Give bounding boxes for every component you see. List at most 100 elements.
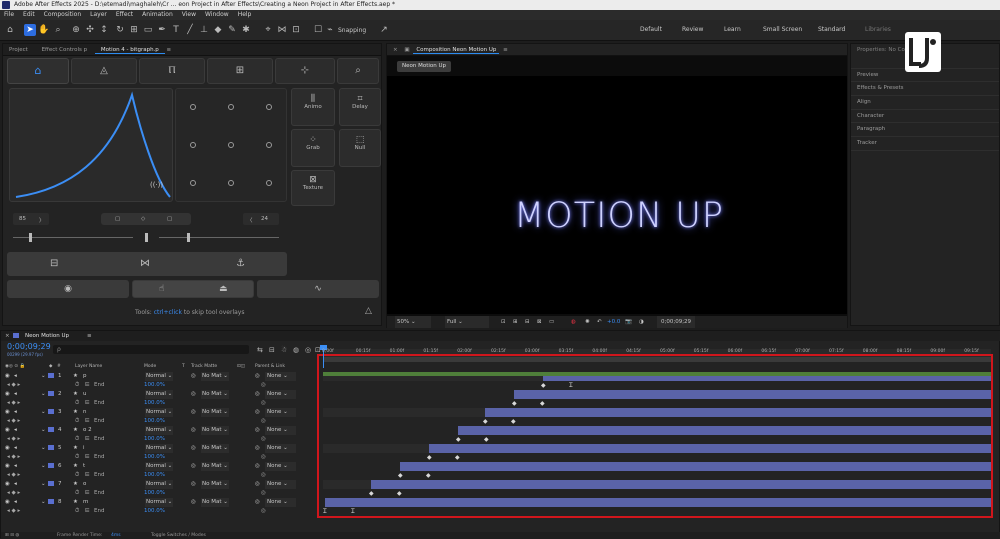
mode-select[interactable]: Normal ⌄ xyxy=(145,480,174,489)
anchor-top-left[interactable] xyxy=(190,104,196,110)
axis-local-icon[interactable]: ⌖ xyxy=(262,24,274,36)
audio-icon[interactable]: ◂ xyxy=(14,408,17,417)
property-value[interactable]: 100.0% xyxy=(144,471,165,480)
layer-name[interactable]: t xyxy=(83,462,85,471)
rotate-tool-icon[interactable]: ↻ xyxy=(114,24,126,36)
menu-effect[interactable]: Effect xyxy=(116,10,133,20)
matte-source-icon[interactable]: ◎ xyxy=(191,390,196,399)
motion-search-button[interactable]: ⌕ xyxy=(337,58,379,84)
mode-select[interactable]: Normal ⌄ xyxy=(145,444,174,453)
pointer-button[interactable]: ☝ ⏏ xyxy=(132,280,254,298)
matte-source-icon[interactable]: ◎ xyxy=(191,462,196,471)
audio-icon[interactable]: ◂ xyxy=(14,498,17,507)
motion-blur-icon[interactable]: ◎ xyxy=(305,346,311,354)
eye-icon[interactable]: ◉ xyxy=(5,372,10,381)
pickwhip-icon[interactable]: ◎ xyxy=(255,408,260,417)
keyframe-nav-icon[interactable]: ◂ ◆ ▸ xyxy=(7,417,20,426)
motion-move-button[interactable]: ⊹ xyxy=(275,58,335,84)
character-panel[interactable]: Character xyxy=(857,113,884,119)
anchor-bottom-left[interactable] xyxy=(190,180,196,186)
puppet-tool-icon[interactable]: ✱ xyxy=(240,24,252,36)
parent-select[interactable]: None ⌄ xyxy=(265,408,296,417)
wave-button[interactable]: ∿ xyxy=(257,280,379,298)
align-panel[interactable]: Align xyxy=(857,99,871,105)
property-row[interactable]: ◂ ◆ ▸ ⏱ ⋿ End 100.0% ◎ xyxy=(1,399,321,408)
workspace-default[interactable]: Default xyxy=(640,26,662,33)
table-row[interactable]: ◉ ◂ ⌄ 8 ★ m Normal ⌄ ◎ No Mat ⌄ ◎ None ⌄ xyxy=(1,498,321,507)
right-slider-track[interactable] xyxy=(159,237,279,238)
expression-pickwhip-icon[interactable]: ◎ xyxy=(261,381,266,390)
chevron-down-icon[interactable]: ⌄ xyxy=(41,444,46,453)
snapshot-icon[interactable]: 📷 xyxy=(625,316,632,328)
chevron-down-icon[interactable]: ⌄ xyxy=(41,372,46,381)
brush-tool-icon[interactable]: ╱ xyxy=(184,24,196,36)
track-matte-select[interactable]: No Mat ⌄ xyxy=(201,498,229,507)
stopwatch-icon[interactable]: ⏱ xyxy=(75,381,79,390)
pickwhip-icon[interactable]: ◎ xyxy=(255,444,260,453)
eye-icon[interactable]: ◉ xyxy=(5,390,10,399)
layer-search-input[interactable]: ρ xyxy=(53,345,249,354)
layer-name[interactable]: u xyxy=(83,390,87,399)
broadcast-icon[interactable]: ((·)) xyxy=(150,181,163,189)
grab-button[interactable]: ⁘ Grab xyxy=(291,129,335,167)
preview-panel[interactable]: Preview xyxy=(857,72,878,78)
workspace-review[interactable]: Review xyxy=(682,26,703,33)
eye-icon[interactable]: ◉ xyxy=(5,444,10,453)
timeline-close-icon[interactable]: × xyxy=(5,331,10,341)
layer-name[interactable]: n xyxy=(83,408,87,417)
menu-edit[interactable]: Edit xyxy=(23,10,35,20)
menu-file[interactable]: File xyxy=(4,10,14,20)
snapping-checkbox[interactable]: ☐ xyxy=(312,24,324,36)
chevron-down-icon[interactable]: ⌄ xyxy=(41,426,46,435)
axis-view-icon[interactable]: ⊡ xyxy=(290,24,302,36)
anchor-icon[interactable]: ⚓ xyxy=(236,258,245,269)
frame-icon[interactable]: ⊟ xyxy=(50,258,58,269)
keyframe-nav-icon[interactable]: ◂ ◆ ▸ xyxy=(7,399,20,408)
stopwatch-icon[interactable]: ⏱ xyxy=(75,399,79,408)
right-value-field[interactable]: 〈 24 xyxy=(243,213,279,225)
matte-source-icon[interactable]: ◎ xyxy=(191,498,196,507)
audio-icon[interactable]: ◂ xyxy=(14,426,17,435)
audio-icon[interactable]: ◂ xyxy=(14,444,17,453)
property-row[interactable]: ◂ ◆ ▸ ⏱ ⋿ End 100.0% ◎ xyxy=(1,381,321,390)
workspace-small-screen[interactable]: Small Screen xyxy=(763,26,802,33)
expression-pickwhip-icon[interactable]: ◎ xyxy=(261,399,266,408)
pickwhip-icon[interactable]: ◎ xyxy=(255,390,260,399)
layer-name[interactable]: o 2 xyxy=(83,426,92,435)
label-color[interactable] xyxy=(48,480,54,489)
mode-select[interactable]: Normal ⌄ xyxy=(145,462,174,471)
mode-select[interactable]: Normal ⌄ xyxy=(145,390,174,399)
table-row[interactable]: ◉ ◂ ⌄ 7 ★ o Normal ⌄ ◎ No Mat ⌄ ◎ None ⌄ xyxy=(1,480,321,489)
mask-icon[interactable]: ⊠ xyxy=(537,316,542,328)
keyframe-nav-icon[interactable]: ◂ ◆ ▸ xyxy=(7,381,20,390)
workspace-standard[interactable]: Standard xyxy=(818,26,845,33)
eye-icon[interactable]: ◉ xyxy=(5,426,10,435)
composition-title[interactable]: Composition Neon Motion Up xyxy=(413,47,500,54)
ease-out-icon[interactable]: ▢ xyxy=(167,216,172,222)
track-matte-select[interactable]: No Mat ⌄ xyxy=(201,480,229,489)
pickwhip-icon[interactable]: ◎ xyxy=(255,462,260,471)
matte-source-icon[interactable]: ◎ xyxy=(191,372,196,381)
track-matte-select[interactable]: No Mat ⌄ xyxy=(201,444,229,453)
animo-button[interactable]: ⫼ Animo xyxy=(291,88,335,126)
property-value[interactable]: 100.0% xyxy=(144,417,165,426)
motion-bounce-button[interactable]: Ⲡ xyxy=(139,58,205,84)
eye-icon[interactable]: ◉ xyxy=(5,498,10,507)
exposure-icon[interactable]: ✺ xyxy=(585,316,590,328)
mode-select[interactable]: Normal ⌄ xyxy=(145,372,174,381)
eye-icon[interactable]: ◉ xyxy=(5,408,10,417)
parent-select[interactable]: None ⌄ xyxy=(265,480,296,489)
effects-presets-panel[interactable]: Effects & Presets xyxy=(857,85,904,91)
workspace-libraries[interactable]: Libraries xyxy=(865,26,891,33)
pen-tool-icon[interactable]: ✒ xyxy=(156,24,168,36)
viewer-timecode[interactable]: 0;00;09;29 xyxy=(657,316,696,328)
pan-tool-icon[interactable]: ✣ xyxy=(84,24,96,36)
table-row[interactable]: ◉ ◂ ⌄ 5 ★ i Normal ⌄ ◎ No Mat ⌄ ◎ None ⌄ xyxy=(1,444,321,453)
pickwhip-icon[interactable]: ◎ xyxy=(255,498,260,507)
tracker-panel[interactable]: Tracker xyxy=(857,140,877,146)
workspace-learn[interactable]: Learn xyxy=(724,26,741,33)
orbit-tool-icon[interactable]: ⊕ xyxy=(70,24,82,36)
color-management-icon[interactable]: ◍ xyxy=(571,316,576,328)
null-button[interactable]: ⬚ Null xyxy=(339,129,381,167)
selection-tool-icon[interactable]: ➤ xyxy=(24,24,36,36)
